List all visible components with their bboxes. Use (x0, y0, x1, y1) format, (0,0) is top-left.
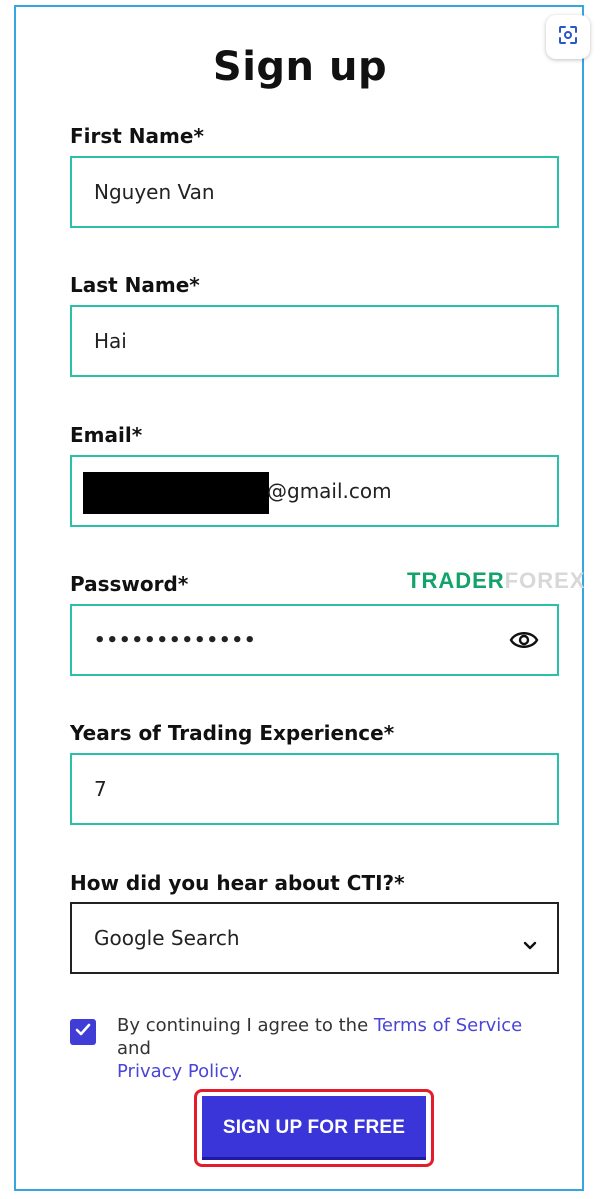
chevron-down-icon (523, 932, 537, 956)
source-label: How did you hear about CTI?* (70, 871, 405, 895)
watermark-part1: TRADER (407, 568, 505, 593)
check-icon (75, 1023, 91, 1042)
redaction-block (83, 472, 269, 514)
email-value: @gmail.com (267, 479, 392, 503)
eye-icon[interactable] (509, 628, 539, 657)
experience-value: 7 (94, 777, 107, 801)
page-title: Sign up (212, 44, 388, 90)
watermark-part2: FOREX (504, 568, 586, 593)
password-field[interactable]: ••••••••••••• (70, 604, 559, 676)
consent-checkbox[interactable] (70, 1019, 96, 1045)
first-name-field[interactable]: Nguyen Van (70, 156, 559, 228)
consent-suffix: . (237, 1061, 243, 1082)
privacy-link[interactable]: Privacy Policy (117, 1061, 237, 1082)
terms-link[interactable]: Terms of Service (374, 1015, 522, 1036)
last-name-value: Hai (94, 329, 127, 353)
consent-middle: and (117, 1038, 151, 1059)
consent-text: By continuing I agree to the Terms of Se… (117, 1014, 537, 1083)
password-label: Password* (70, 572, 189, 596)
password-value: ••••••••••••• (94, 629, 257, 651)
email-label: Email* (70, 423, 143, 447)
first-name-label: First Name* (70, 124, 204, 148)
watermark: TRADERFOREX (407, 568, 585, 594)
sign-up-button[interactable]: SIGN UP FOR FREE (202, 1096, 426, 1160)
last-name-label: Last Name* (70, 273, 200, 297)
source-selected-value: Google Search (94, 926, 240, 950)
source-select[interactable]: Google Search (70, 902, 559, 974)
last-name-field[interactable]: Hai (70, 305, 559, 377)
email-field[interactable]: @gmail.com (70, 455, 559, 527)
consent-prefix: By continuing I agree to the (117, 1015, 374, 1036)
experience-label: Years of Trading Experience* (70, 721, 395, 745)
first-name-value: Nguyen Van (94, 180, 215, 204)
experience-field[interactable]: 7 (70, 753, 559, 825)
